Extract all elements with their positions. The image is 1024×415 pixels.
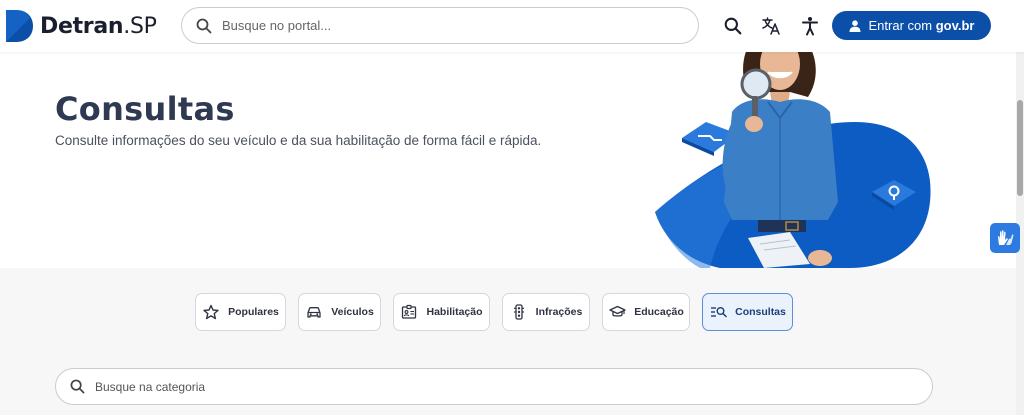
car-icon: [305, 303, 323, 321]
sign-language-widget-button[interactable]: [990, 223, 1020, 253]
tab-label: Populares: [228, 306, 279, 318]
portal-search-box[interactable]: [181, 7, 699, 44]
user-icon: [849, 19, 861, 32]
search-icon: [196, 18, 212, 33]
detran-logo[interactable]: Detran.SP: [4, 8, 157, 44]
hero-illustration: [655, 52, 931, 268]
search-list-icon: [709, 303, 727, 321]
page-subtitle: Consulte informações do seu veículo e da…: [55, 133, 542, 148]
tab-label: Habilitação: [426, 306, 483, 318]
search-icon: [724, 17, 742, 35]
id-card-icon: [400, 303, 418, 321]
portal-search-input[interactable]: [222, 18, 662, 33]
search-icon: [70, 379, 85, 394]
tab-veiculos[interactable]: Veículos: [298, 293, 381, 331]
login-govbr-button[interactable]: Entrar com gov.br: [832, 11, 991, 40]
tab-populares[interactable]: Populares: [195, 293, 286, 331]
login-label: Entrar com gov.br: [868, 18, 975, 33]
tab-label: Veículos: [331, 306, 374, 318]
sign-language-hands-icon: [998, 230, 1014, 245]
graduation-cap-icon: [608, 303, 626, 321]
accessibility-icon: [802, 17, 818, 36]
site-header: Detran.SP Entrar com gov.br: [0, 0, 1024, 52]
translate-icon: [762, 17, 780, 35]
category-tabs: Populares Veículos Habilitação Infrações…: [0, 293, 1016, 331]
hero-banner: Consultas Consulte informações do seu ve…: [0, 52, 1016, 268]
translate-button[interactable]: [759, 14, 783, 38]
category-search-box[interactable]: [55, 368, 933, 405]
page-title: Consultas: [55, 90, 235, 128]
page-scrollbar-thumb[interactable]: [1017, 100, 1023, 196]
tab-consultas[interactable]: Consultas: [702, 293, 793, 331]
tab-infracoes[interactable]: Infrações: [502, 293, 590, 331]
tab-label: Infrações: [535, 306, 583, 318]
tab-label: Educação: [634, 306, 684, 318]
tab-label: Consultas: [735, 306, 786, 318]
accessibility-button[interactable]: [798, 14, 822, 38]
category-search-input[interactable]: [95, 379, 895, 394]
detran-logo-mark-icon: [6, 10, 33, 42]
traffic-light-icon: [510, 303, 528, 321]
logo-text: Detran.SP: [40, 13, 157, 39]
star-icon: [202, 303, 220, 321]
tab-educacao[interactable]: Educação: [602, 293, 690, 331]
header-search-button[interactable]: [721, 14, 745, 38]
tab-habilitacao[interactable]: Habilitação: [393, 293, 490, 331]
